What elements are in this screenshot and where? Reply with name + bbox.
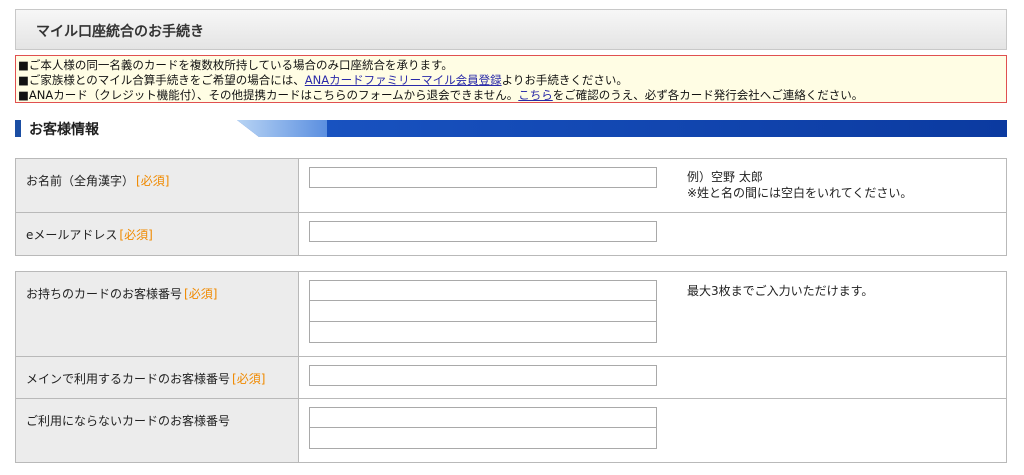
page-title: マイル口座統合のお手続き xyxy=(36,24,204,40)
name-hint: 例）空野 太郎 ※姓と名の間には空白をいれてください。 xyxy=(687,169,912,201)
card-numbers-stack xyxy=(309,280,1006,343)
main-card-label-cell: メインで利用するカードのお客様番号 [必須] xyxy=(15,356,299,399)
card-number-input-3[interactable] xyxy=(309,322,657,343)
name-note: ※姓と名の間には空白をいれてください。 xyxy=(687,186,913,200)
section-stripe-highlight xyxy=(237,120,327,137)
main-card-row: メインで利用するカードのお客様番号 [必須] xyxy=(15,356,1007,399)
unused-cards-stack xyxy=(309,407,1006,449)
required-badge: [必須] xyxy=(136,174,170,188)
notice-line-2-text: ■ご家族様とのマイル合算手続きをご希望の場合には、 xyxy=(18,73,305,87)
notice-line-3-tail: をご確認のうえ、必ず各カード発行会社へご連絡ください。 xyxy=(552,88,864,102)
name-input[interactable] xyxy=(309,167,657,188)
section-title: お客様情報 xyxy=(29,122,99,138)
card-numbers-row: お持ちのカードのお客様番号 [必須] 最大3枚までご入力いただけます。 xyxy=(15,271,1007,357)
unused-card-input-1[interactable] xyxy=(309,407,657,428)
name-label-cell: お名前（全角漢字） [必須] xyxy=(15,158,299,213)
customer-info-table-1: お名前（全角漢字） [必須] 例）空野 太郎 ※姓と名の間には空白をいれてください… xyxy=(15,158,1007,256)
main-card-label: メインで利用するカードのお客様番号 xyxy=(26,372,231,386)
name-input-cell: 例）空野 太郎 ※姓と名の間には空白をいれてください。 xyxy=(298,158,1007,213)
required-badge: [必須] xyxy=(184,287,218,301)
page-title-bar: マイル口座統合のお手続き xyxy=(15,9,1007,50)
notice-line-1: ■ご本人様の同一名義のカードを複数枚所持している場合のみ口座統合を承ります。 xyxy=(18,58,453,72)
email-input[interactable] xyxy=(309,221,657,242)
customer-info-table-2: お持ちのカードのお客様番号 [必須] 最大3枚までご入力いただけます。 メインで利… xyxy=(15,271,1007,463)
notice-line-2: ■ご家族様とのマイル合算手続きをご希望の場合には、ANAカードファミリーマイル会… xyxy=(18,73,1006,88)
card-numbers-label: お持ちのカードのお客様番号 xyxy=(26,287,183,301)
name-label: お名前（全角漢字） xyxy=(26,174,135,188)
email-row: eメールアドレス [必須] xyxy=(15,212,1007,256)
required-badge: [必須] xyxy=(119,228,153,242)
card-numbers-hint: 最大3枚までご入力いただけます。 xyxy=(687,284,874,298)
main-card-input-cell xyxy=(298,356,1007,399)
card-numbers-label-cell: お持ちのカードのお客様番号 [必須] xyxy=(15,271,299,357)
card-number-input-1[interactable] xyxy=(309,280,657,301)
main-card-input[interactable] xyxy=(309,365,657,386)
section-marker-icon xyxy=(15,120,21,137)
notice-box: ■ご本人様の同一名義のカードを複数枚所持している場合のみ口座統合を承ります。 ■… xyxy=(15,55,1007,103)
unused-cards-label-cell: ご利用にならないカードのお客様番号 xyxy=(15,398,299,463)
card-company-link[interactable]: こちら xyxy=(518,88,553,102)
notice-line-3: ■ANAカード（クレジット機能付）、その他提携カードはこちらのフォームから退会で… xyxy=(18,88,1006,103)
name-example: 例）空野 太郎 xyxy=(687,170,763,184)
email-label-cell: eメールアドレス [必須] xyxy=(15,212,299,256)
unused-card-input-2[interactable] xyxy=(309,428,657,449)
email-label: eメールアドレス xyxy=(26,228,118,242)
card-numbers-input-cell: 最大3枚までご入力いただけます。 xyxy=(298,271,1007,357)
required-badge: [必須] xyxy=(232,372,266,386)
unused-cards-row: ご利用にならないカードのお客様番号 xyxy=(15,398,1007,463)
section-stripe-decoration xyxy=(237,120,1007,137)
name-row: お名前（全角漢字） [必須] 例）空野 太郎 ※姓と名の間には空白をいれてください… xyxy=(15,158,1007,213)
section-header: お客様情報 xyxy=(15,118,1007,140)
notice-line-3-text: ■ANAカード（クレジット機能付）、その他提携カードはこちらのフォームから退会で… xyxy=(18,88,519,102)
card-number-input-2[interactable] xyxy=(309,301,657,322)
email-input-cell xyxy=(298,212,1007,256)
unused-cards-label: ご利用にならないカードのお客様番号 xyxy=(26,414,231,428)
family-mile-link[interactable]: ANAカードファミリーマイル会員登録 xyxy=(305,73,502,87)
unused-cards-input-cell xyxy=(298,398,1007,463)
notice-line-2-tail: よりお手続きください。 xyxy=(501,73,628,87)
